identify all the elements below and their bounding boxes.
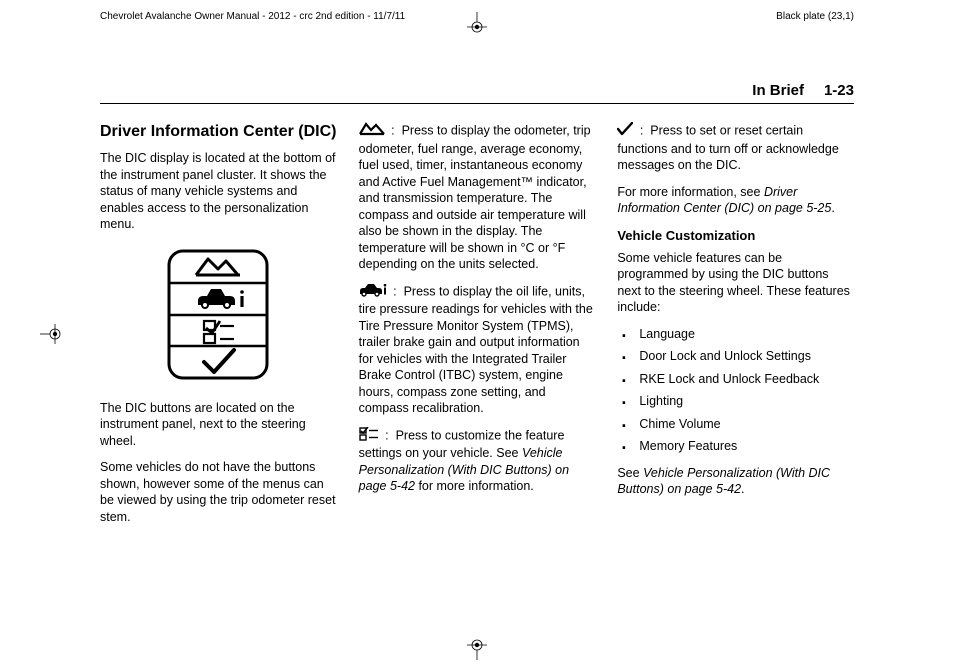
section-name: In Brief: [752, 82, 804, 99]
feature-item: Door Lock and Unlock Settings: [617, 348, 854, 365]
feature-list: Language Door Lock and Unlock Settings R…: [617, 326, 854, 455]
customize-colon: :: [385, 428, 388, 442]
customize-icon: [359, 427, 379, 446]
see-a: See: [617, 466, 643, 480]
more-info: For more information, see Driver Informa…: [617, 184, 854, 217]
trip-text: Press to display the odometer, trip odom…: [359, 124, 591, 271]
vehicle-customization-intro: Some vehicle features can be programmed …: [617, 250, 854, 316]
check-text: Press to set or reset certain functions …: [617, 124, 838, 172]
vehicle-info-icon: [359, 283, 387, 302]
dic-heading: Driver Information Center (DIC): [100, 122, 337, 142]
customize-button-desc: : Press to customize the feature setting…: [359, 427, 596, 495]
body-columns: Driver Information Center (DIC) The DIC …: [0, 104, 954, 535]
running-head: In Brief 1-23: [0, 32, 954, 103]
column-2: : Press to display the odometer, trip od…: [359, 122, 596, 535]
check-icon: [617, 122, 633, 141]
trip-icon: [359, 122, 385, 141]
feature-item: Lighting: [617, 393, 854, 410]
trip-button-desc: : Press to display the odometer, trip od…: [359, 122, 596, 273]
see-b: .: [741, 482, 744, 496]
vehicle-info-text: Press to display the oil life, units, ti…: [359, 284, 593, 415]
page-number: 1-23: [824, 82, 854, 99]
feature-item: Chime Volume: [617, 416, 854, 433]
vehicle-info-button-desc: : Press to display the oil life, units, …: [359, 283, 596, 417]
see-ref-text: Vehicle Personalization (With DIC Button…: [617, 466, 830, 497]
customize-text-b: for more information.: [415, 479, 534, 493]
feature-item: Language: [617, 326, 854, 343]
crop-mark-bottom: [462, 630, 492, 660]
column-3: : Press to set or reset certain function…: [617, 122, 854, 535]
plate-label: Black plate (23,1): [776, 11, 854, 22]
column-1: Driver Information Center (DIC) The DIC …: [100, 122, 337, 535]
print-header: Chevrolet Avalanche Owner Manual - 2012 …: [0, 0, 954, 32]
feature-item: RKE Lock and Unlock Feedback: [617, 371, 854, 388]
check-colon: :: [640, 124, 643, 138]
trip-colon: :: [391, 124, 394, 138]
dic-intro: The DIC display is located at the bottom…: [100, 150, 337, 233]
more-info-a: For more information, see: [617, 185, 764, 199]
vehicle-info-colon: :: [393, 284, 396, 298]
dic-no-buttons-note: Some vehicles do not have the buttons sh…: [100, 459, 337, 525]
set-reset-button-desc: : Press to set or reset certain function…: [617, 122, 854, 174]
see-ref: See Vehicle Personalization (With DIC Bu…: [617, 465, 854, 498]
more-info-b: .: [831, 201, 834, 215]
dic-buttons-figure: [163, 247, 273, 382]
dic-buttons-location: The DIC buttons are located on the instr…: [100, 400, 337, 450]
manual-edition-line: Chevrolet Avalanche Owner Manual - 2012 …: [100, 11, 405, 22]
feature-item: Memory Features: [617, 438, 854, 455]
vehicle-customization-heading: Vehicle Customization: [617, 227, 854, 244]
